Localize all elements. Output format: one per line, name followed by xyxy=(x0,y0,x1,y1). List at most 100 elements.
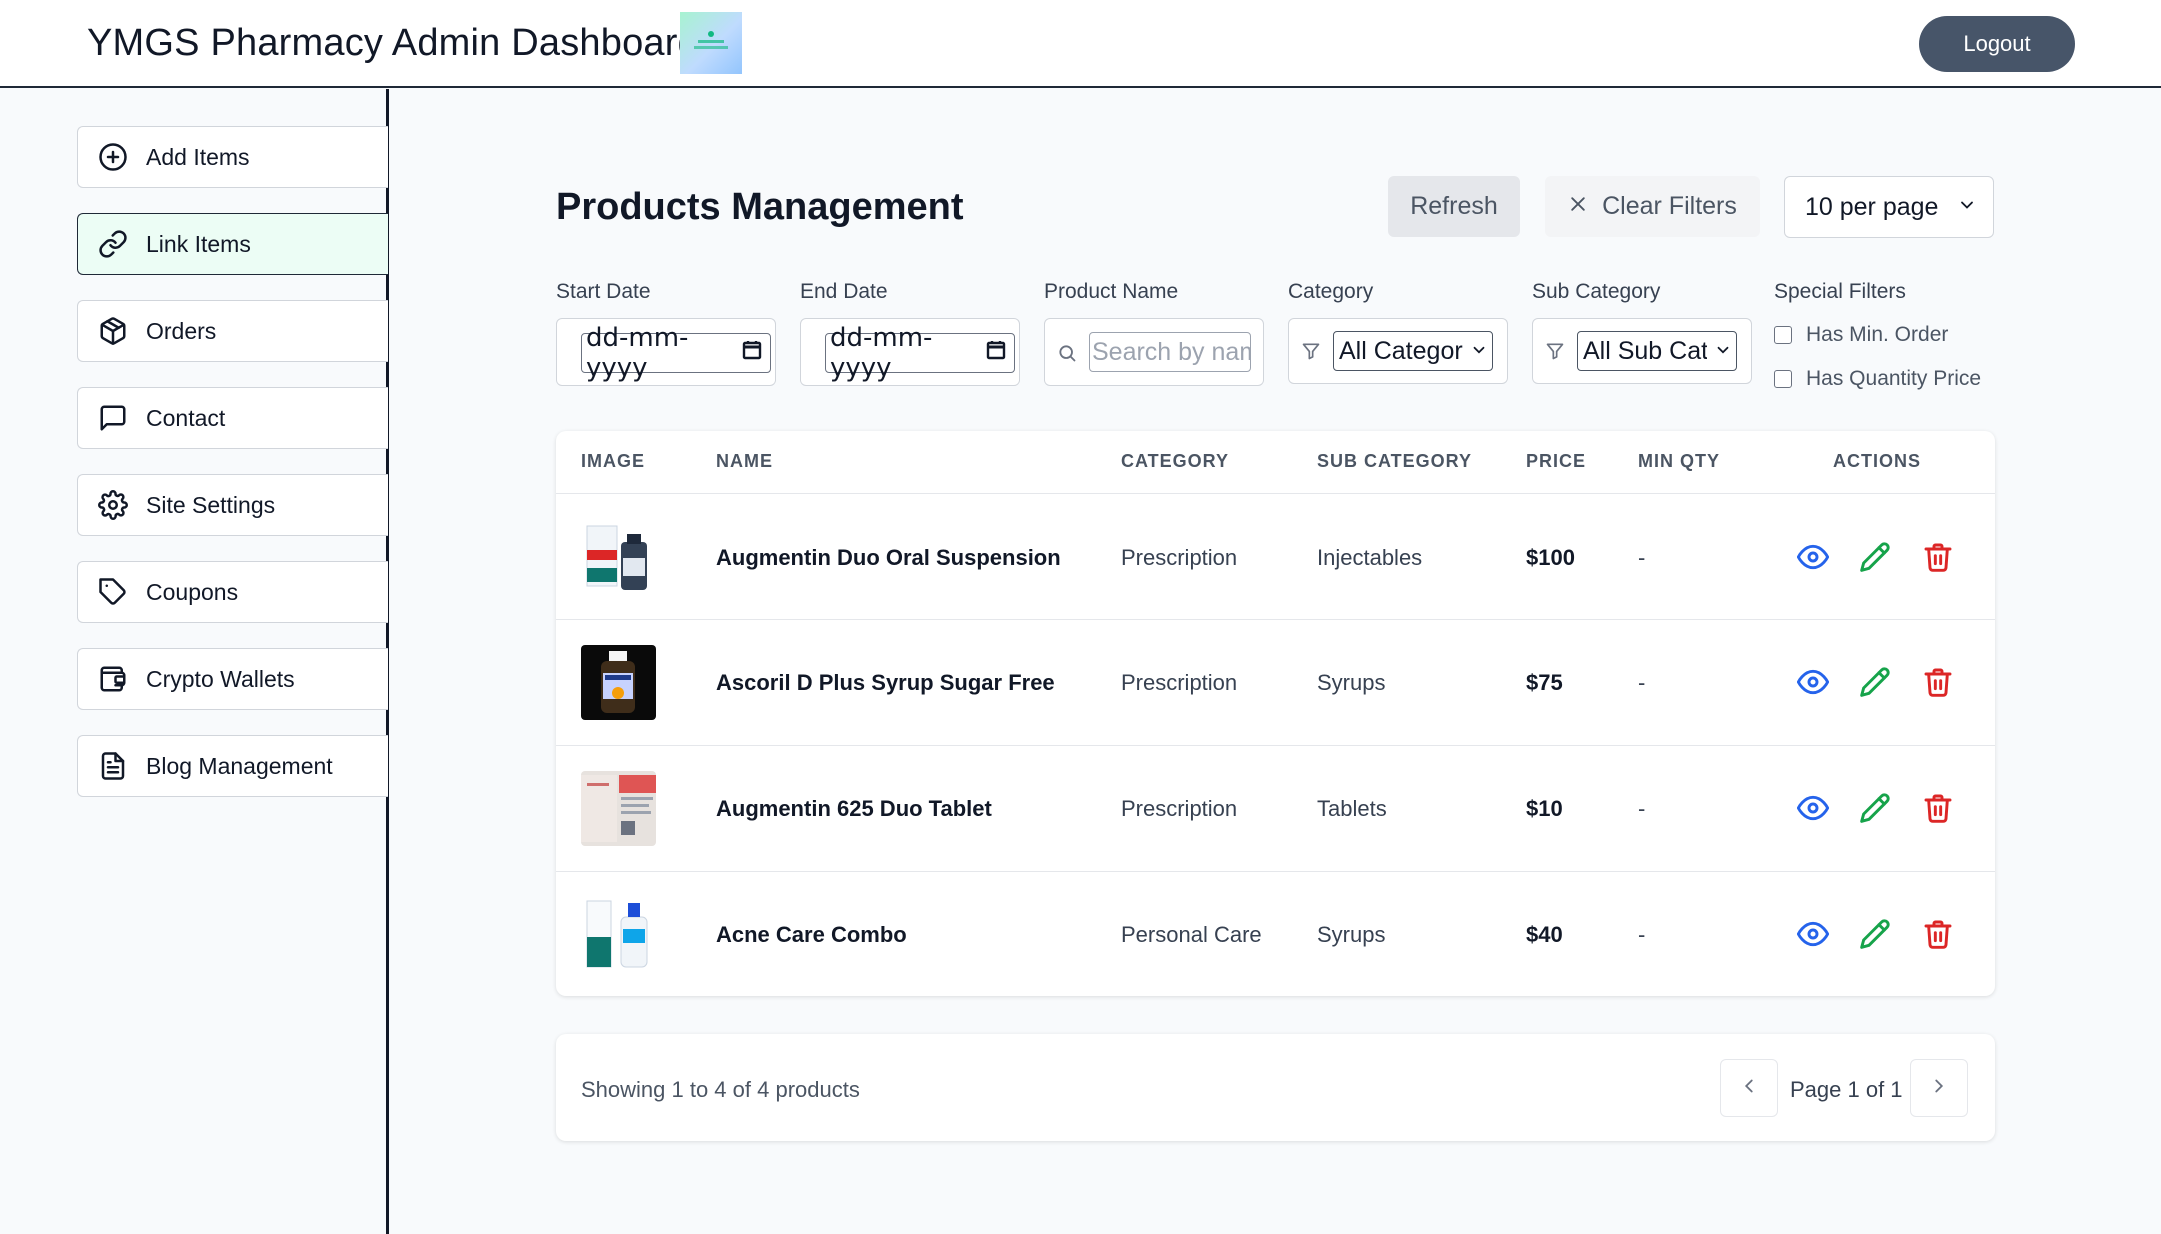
page-indicator: Page 1 of 1 xyxy=(1790,1077,1903,1102)
sub-category-select[interactable]: All Sub Cat xyxy=(1577,331,1737,371)
view-button[interactable] xyxy=(1796,541,1830,573)
calendar-icon[interactable] xyxy=(984,338,1008,369)
end-date-placeholder: dd-mm-yyyy xyxy=(830,323,933,383)
column-header-min-qty: MIN QTY xyxy=(1638,451,1720,471)
products-table xyxy=(556,431,1995,996)
product-image xyxy=(581,520,656,595)
trash-icon xyxy=(1922,668,1954,702)
sidebar-item-label: Link Items xyxy=(146,230,251,257)
sidebar-item-label: Crypto Wallets xyxy=(146,665,295,692)
gear-icon xyxy=(96,488,130,522)
start-date-input[interactable]: dd-mm-yyyy xyxy=(581,323,771,383)
delete-button[interactable] xyxy=(1922,792,1954,824)
chevron-left-icon xyxy=(1738,1075,1760,1102)
showing-count: Showing 1 to 4 of 4 products xyxy=(581,1077,860,1102)
product-image xyxy=(581,645,656,720)
special-filters-label: Special Filters xyxy=(1774,280,1906,303)
has-min-order-checkbox[interactable] xyxy=(1774,326,1792,344)
file-text-icon xyxy=(96,749,130,783)
product-image xyxy=(581,897,656,972)
row-divider xyxy=(556,871,1995,872)
sidebar-item-contact[interactable]: Contact xyxy=(77,387,388,449)
price-cell: $40 xyxy=(1526,922,1563,947)
sub-category-cell: Syrups xyxy=(1317,670,1386,695)
pencil-icon xyxy=(1859,667,1891,702)
product-image xyxy=(581,771,656,846)
edit-button[interactable] xyxy=(1859,666,1891,698)
product-name-cell: Augmentin 625 Duo Tablet xyxy=(716,796,992,821)
has-quantity-price-checkbox[interactable] xyxy=(1774,370,1792,388)
category-box: All Categor xyxy=(1288,318,1508,384)
price-cell: $100 xyxy=(1526,545,1575,570)
end-date-label: End Date xyxy=(800,280,888,303)
sidebar-item-link-items[interactable]: Link Items xyxy=(77,213,388,275)
logout-button[interactable]: Logout xyxy=(1919,16,2075,72)
eye-icon xyxy=(1796,544,1830,577)
category-select-value: All Categor xyxy=(1339,336,1463,365)
column-header-sub-category: SUB CATEGORY xyxy=(1317,451,1473,471)
chevron-right-icon xyxy=(1928,1075,1950,1102)
end-date-input[interactable]: dd-mm-yyyy xyxy=(825,323,1015,383)
column-header-name: NAME xyxy=(716,451,773,471)
sub-category-select-value: All Sub Cat xyxy=(1583,336,1707,365)
sidebar-item-site-settings[interactable]: Site Settings xyxy=(77,474,388,536)
search-icon xyxy=(1057,343,1077,363)
sidebar-item-crypto-wallets[interactable]: Crypto Wallets xyxy=(77,648,388,710)
sidebar-item-label: Add Items xyxy=(146,143,250,170)
sidebar-item-label: Orders xyxy=(146,317,217,344)
sidebar-item-add-items[interactable]: Add Items xyxy=(77,126,388,188)
category-cell: Personal Care xyxy=(1121,922,1262,947)
clear-filters-label: Clear Filters xyxy=(1602,192,1737,220)
category-cell: Prescription xyxy=(1121,670,1238,695)
calendar-icon[interactable] xyxy=(740,338,764,369)
view-button[interactable] xyxy=(1796,792,1830,824)
sub-category-cell: Injectables xyxy=(1317,545,1423,570)
edit-button[interactable] xyxy=(1859,918,1891,950)
clear-filters-button[interactable]: Clear Filters xyxy=(1545,176,1760,237)
view-button[interactable] xyxy=(1796,918,1830,950)
chevron-down-icon xyxy=(1957,193,1977,222)
previous-page-button[interactable] xyxy=(1720,1059,1778,1117)
close-icon xyxy=(1568,192,1588,221)
trash-icon xyxy=(1922,543,1954,577)
has-min-order-label: Has Min. Order xyxy=(1806,323,1949,346)
has-min-order-filter[interactable]: Has Min. Order xyxy=(1774,323,1948,347)
has-quantity-price-filter[interactable]: Has Quantity Price xyxy=(1774,367,1981,391)
trash-icon xyxy=(1922,920,1954,954)
sidebar-item-label: Blog Management xyxy=(146,752,333,779)
end-date-box: dd-mm-yyyy xyxy=(800,318,1020,386)
sidebar-item-blog-management[interactable]: Blog Management xyxy=(77,735,388,797)
sub-category-box: All Sub Cat xyxy=(1532,318,1752,384)
sub-category-cell: Tablets xyxy=(1317,796,1387,821)
filter-icon xyxy=(1301,341,1321,361)
start-date-label: Start Date xyxy=(556,280,651,303)
delete-button[interactable] xyxy=(1922,918,1954,950)
eye-icon xyxy=(1796,795,1830,828)
chevron-down-icon xyxy=(1470,337,1488,366)
page-title: Products Management xyxy=(556,186,964,228)
product-name-cell: Ascoril D Plus Syrup Sugar Free xyxy=(716,670,1055,695)
delete-button[interactable] xyxy=(1922,666,1954,698)
column-header-actions: ACTIONS xyxy=(1833,451,1921,471)
edit-button[interactable] xyxy=(1859,541,1891,573)
search-placeholder: Search by nam xyxy=(1092,337,1251,366)
min-qty-cell: - xyxy=(1638,545,1646,570)
price-cell: $10 xyxy=(1526,796,1563,821)
sub-category-label: Sub Category xyxy=(1532,280,1661,303)
category-select[interactable]: All Categor xyxy=(1333,331,1493,371)
next-page-button[interactable] xyxy=(1910,1059,1968,1117)
sidebar-item-coupons[interactable]: Coupons xyxy=(77,561,388,623)
refresh-button[interactable]: Refresh xyxy=(1388,176,1520,237)
table-header-divider xyxy=(556,493,1995,494)
package-icon xyxy=(96,314,130,348)
view-button[interactable] xyxy=(1796,666,1830,698)
start-date-placeholder: dd-mm-yyyy xyxy=(586,323,689,383)
has-quantity-price-label: Has Quantity Price xyxy=(1806,367,1982,390)
plus-circle-icon xyxy=(96,140,130,174)
edit-button[interactable] xyxy=(1859,792,1891,824)
product-name-search-input[interactable]: Search by nam xyxy=(1089,332,1251,372)
delete-button[interactable] xyxy=(1922,541,1954,573)
sidebar-item-orders[interactable]: Orders xyxy=(77,300,388,362)
per-page-select[interactable]: 10 per page xyxy=(1784,176,1994,238)
min-qty-cell: - xyxy=(1638,922,1646,947)
